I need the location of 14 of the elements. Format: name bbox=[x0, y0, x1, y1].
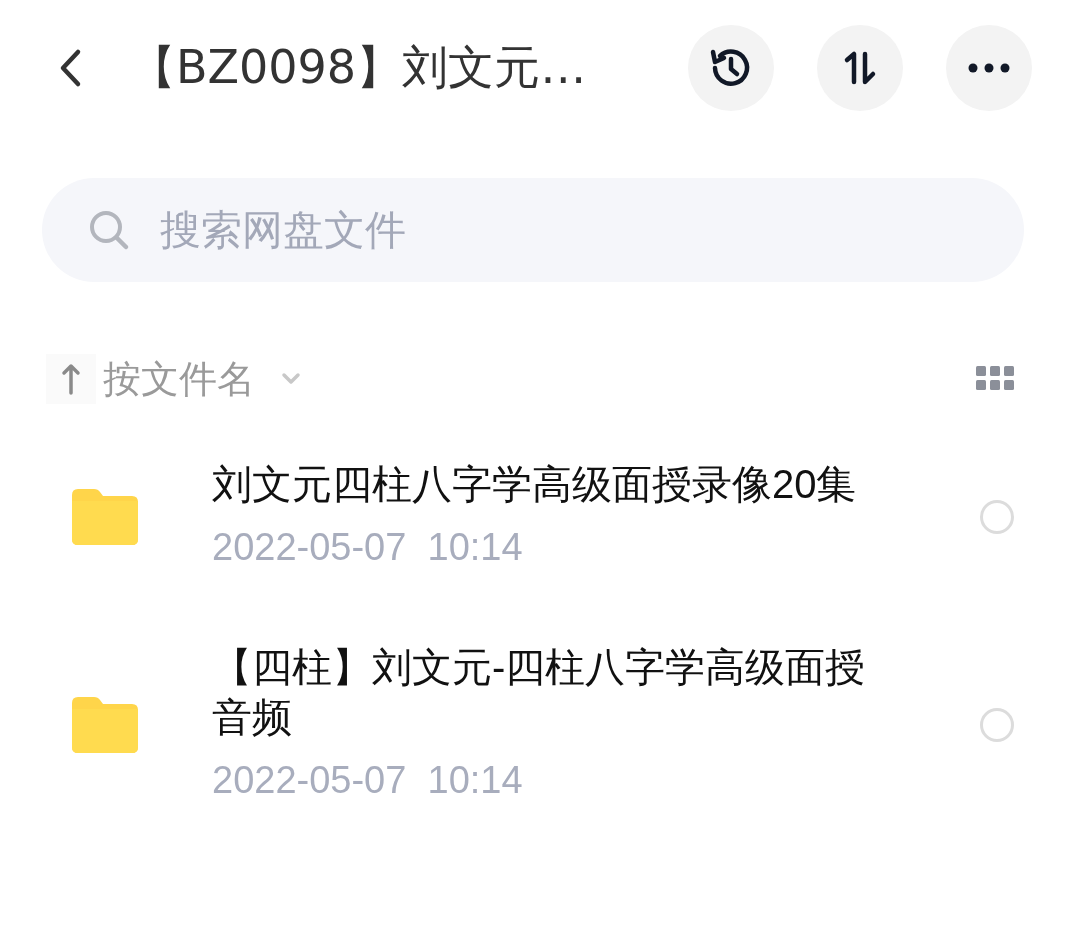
chevron-down-icon bbox=[281, 372, 301, 386]
select-checkbox[interactable] bbox=[980, 708, 1014, 742]
file-name: 【四柱】刘文元-四柱八字学高级面授音频 bbox=[212, 643, 867, 741]
search-icon bbox=[88, 209, 130, 251]
search-field[interactable]: 搜索网盘文件 bbox=[42, 178, 1024, 282]
page-title: 【BZ0098】刘文元… bbox=[130, 39, 587, 96]
sort-direction-icon[interactable] bbox=[46, 354, 96, 404]
file-name: 刘文元四柱八字学高级面授录像20集 bbox=[212, 460, 858, 508]
select-checkbox[interactable] bbox=[980, 500, 1014, 534]
file-date: 2022-05-07 10:14 bbox=[212, 757, 524, 803]
folder-icon bbox=[72, 697, 138, 753]
grid-view-icon[interactable] bbox=[976, 366, 1016, 392]
folder-icon bbox=[72, 489, 138, 545]
file-date: 2022-05-07 10:14 bbox=[212, 524, 524, 570]
